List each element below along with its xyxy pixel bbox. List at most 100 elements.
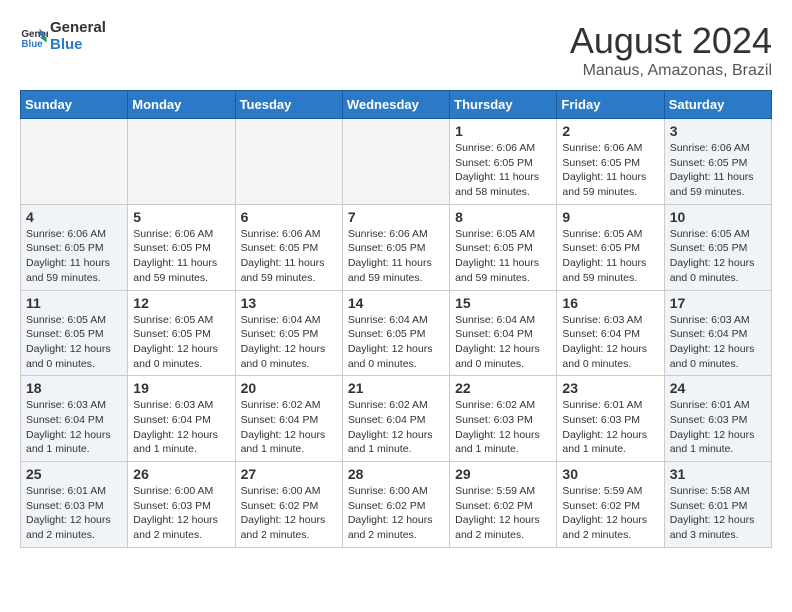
calendar-cell: 30 Sunrise: 5:59 AM Sunset: 6:02 PM Dayli… bbox=[557, 462, 664, 548]
day-number: 9 bbox=[562, 209, 658, 225]
day-info: Sunrise: 6:06 AM Sunset: 6:05 PM Dayligh… bbox=[26, 227, 122, 286]
weekday-header-thursday: Thursday bbox=[450, 91, 557, 119]
day-info: Sunrise: 6:05 AM Sunset: 6:05 PM Dayligh… bbox=[26, 313, 122, 372]
day-number: 26 bbox=[133, 466, 229, 482]
calendar-cell: 23 Sunrise: 6:01 AM Sunset: 6:03 PM Dayli… bbox=[557, 376, 664, 462]
calendar-cell bbox=[342, 119, 449, 205]
day-info: Sunrise: 5:59 AM Sunset: 6:02 PM Dayligh… bbox=[455, 484, 551, 543]
calendar-cell: 4 Sunrise: 6:06 AM Sunset: 6:05 PM Daylig… bbox=[21, 204, 128, 290]
day-number: 15 bbox=[455, 295, 551, 311]
day-number: 18 bbox=[26, 380, 122, 396]
day-info: Sunrise: 6:06 AM Sunset: 6:05 PM Dayligh… bbox=[670, 141, 766, 200]
day-number: 22 bbox=[455, 380, 551, 396]
day-number: 12 bbox=[133, 295, 229, 311]
calendar-cell: 9 Sunrise: 6:05 AM Sunset: 6:05 PM Daylig… bbox=[557, 204, 664, 290]
calendar-cell: 8 Sunrise: 6:05 AM Sunset: 6:05 PM Daylig… bbox=[450, 204, 557, 290]
day-number: 19 bbox=[133, 380, 229, 396]
day-number: 5 bbox=[133, 209, 229, 225]
day-info: Sunrise: 6:06 AM Sunset: 6:05 PM Dayligh… bbox=[562, 141, 658, 200]
weekday-header-tuesday: Tuesday bbox=[235, 91, 342, 119]
calendar-cell: 26 Sunrise: 6:00 AM Sunset: 6:03 PM Dayli… bbox=[128, 462, 235, 548]
calendar-cell bbox=[21, 119, 128, 205]
calendar-cell: 15 Sunrise: 6:04 AM Sunset: 6:04 PM Dayli… bbox=[450, 290, 557, 376]
day-number: 24 bbox=[670, 380, 766, 396]
calendar-cell: 17 Sunrise: 6:03 AM Sunset: 6:04 PM Dayli… bbox=[664, 290, 771, 376]
day-info: Sunrise: 6:00 AM Sunset: 6:03 PM Dayligh… bbox=[133, 484, 229, 543]
logo: General Blue General Blue bbox=[20, 20, 106, 53]
day-info: Sunrise: 6:02 AM Sunset: 6:03 PM Dayligh… bbox=[455, 398, 551, 457]
calendar-cell: 29Sunrise: 5:59 AM Sunset: 6:02 PM Dayli… bbox=[450, 462, 557, 548]
calendar-cell: 22 Sunrise: 6:02 AM Sunset: 6:03 PM Dayli… bbox=[450, 376, 557, 462]
calendar-cell: 27 Sunrise: 6:00 AM Sunset: 6:02 PM Dayli… bbox=[235, 462, 342, 548]
day-info: Sunrise: 6:04 AM Sunset: 6:04 PM Dayligh… bbox=[455, 313, 551, 372]
day-number: 17 bbox=[670, 295, 766, 311]
day-number: 20 bbox=[241, 380, 337, 396]
weekday-header-friday: Friday bbox=[557, 91, 664, 119]
calendar-cell bbox=[128, 119, 235, 205]
day-number: 28 bbox=[348, 466, 444, 482]
day-info: Sunrise: 6:06 AM Sunset: 6:05 PM Dayligh… bbox=[455, 141, 551, 200]
day-info: Sunrise: 6:06 AM Sunset: 6:05 PM Dayligh… bbox=[241, 227, 337, 286]
calendar-week-2: 4 Sunrise: 6:06 AM Sunset: 6:05 PM Daylig… bbox=[21, 204, 772, 290]
calendar-header-row: SundayMondayTuesdayWednesdayThursdayFrid… bbox=[21, 91, 772, 119]
calendar-cell: 10 Sunrise: 6:05 AM Sunset: 6:05 PM Dayli… bbox=[664, 204, 771, 290]
day-info: Sunrise: 6:01 AM Sunset: 6:03 PM Dayligh… bbox=[670, 398, 766, 457]
day-number: 31 bbox=[670, 466, 766, 482]
calendar-cell: 11Sunrise: 6:05 AM Sunset: 6:05 PM Dayli… bbox=[21, 290, 128, 376]
day-info: Sunrise: 6:03 AM Sunset: 6:04 PM Dayligh… bbox=[133, 398, 229, 457]
day-info: Sunrise: 6:00 AM Sunset: 6:02 PM Dayligh… bbox=[241, 484, 337, 543]
weekday-header-saturday: Saturday bbox=[664, 91, 771, 119]
calendar-cell: 2 Sunrise: 6:06 AM Sunset: 6:05 PM Daylig… bbox=[557, 119, 664, 205]
calendar-cell: 1 Sunrise: 6:06 AM Sunset: 6:05 PM Daylig… bbox=[450, 119, 557, 205]
day-info: Sunrise: 6:00 AM Sunset: 6:02 PM Dayligh… bbox=[348, 484, 444, 543]
day-info: Sunrise: 5:59 AM Sunset: 6:02 PM Dayligh… bbox=[562, 484, 658, 543]
day-info: Sunrise: 6:04 AM Sunset: 6:05 PM Dayligh… bbox=[348, 313, 444, 372]
day-info: Sunrise: 6:05 AM Sunset: 6:05 PM Dayligh… bbox=[562, 227, 658, 286]
day-number: 3 bbox=[670, 123, 766, 139]
day-info: Sunrise: 6:05 AM Sunset: 6:05 PM Dayligh… bbox=[670, 227, 766, 286]
day-info: Sunrise: 6:05 AM Sunset: 6:05 PM Dayligh… bbox=[455, 227, 551, 286]
calendar-cell: 6 Sunrise: 6:06 AM Sunset: 6:05 PM Daylig… bbox=[235, 204, 342, 290]
weekday-header-wednesday: Wednesday bbox=[342, 91, 449, 119]
calendar-cell: 5 Sunrise: 6:06 AM Sunset: 6:05 PM Daylig… bbox=[128, 204, 235, 290]
calendar-week-4: 18 Sunrise: 6:03 AM Sunset: 6:04 PM Dayli… bbox=[21, 376, 772, 462]
day-info: Sunrise: 6:01 AM Sunset: 6:03 PM Dayligh… bbox=[562, 398, 658, 457]
day-info: Sunrise: 6:02 AM Sunset: 6:04 PM Dayligh… bbox=[241, 398, 337, 457]
day-number: 23 bbox=[562, 380, 658, 396]
calendar-week-5: 25Sunrise: 6:01 AM Sunset: 6:03 PM Dayli… bbox=[21, 462, 772, 548]
day-info: Sunrise: 6:05 AM Sunset: 6:05 PM Dayligh… bbox=[133, 313, 229, 372]
calendar-cell: 12 Sunrise: 6:05 AM Sunset: 6:05 PM Dayli… bbox=[128, 290, 235, 376]
calendar-cell bbox=[235, 119, 342, 205]
calendar-cell: 31 Sunrise: 5:58 AM Sunset: 6:01 PM Dayli… bbox=[664, 462, 771, 548]
svg-text:Blue: Blue bbox=[21, 38, 43, 49]
month-year-title: August 2024 bbox=[570, 20, 772, 62]
day-info: Sunrise: 6:06 AM Sunset: 6:05 PM Dayligh… bbox=[348, 227, 444, 286]
day-number: 27 bbox=[241, 466, 337, 482]
day-number: 30 bbox=[562, 466, 658, 482]
calendar-cell: 7 Sunrise: 6:06 AM Sunset: 6:05 PM Daylig… bbox=[342, 204, 449, 290]
day-number: 13 bbox=[241, 295, 337, 311]
day-number: 4 bbox=[26, 209, 122, 225]
day-info: Sunrise: 6:06 AM Sunset: 6:05 PM Dayligh… bbox=[133, 227, 229, 286]
calendar-cell: 28 Sunrise: 6:00 AM Sunset: 6:02 PM Dayli… bbox=[342, 462, 449, 548]
day-info: Sunrise: 6:02 AM Sunset: 6:04 PM Dayligh… bbox=[348, 398, 444, 457]
day-number: 6 bbox=[241, 209, 337, 225]
day-info: Sunrise: 6:01 AM Sunset: 6:03 PM Dayligh… bbox=[26, 484, 122, 543]
page-header: General Blue General Blue August 2024 Ma… bbox=[20, 20, 772, 80]
day-number: 10 bbox=[670, 209, 766, 225]
weekday-header-sunday: Sunday bbox=[21, 91, 128, 119]
day-number: 8 bbox=[455, 209, 551, 225]
day-number: 1 bbox=[455, 123, 551, 139]
day-number: 7 bbox=[348, 209, 444, 225]
calendar-cell: 24 Sunrise: 6:01 AM Sunset: 6:03 PM Dayli… bbox=[664, 376, 771, 462]
calendar-cell: 16Sunrise: 6:03 AM Sunset: 6:04 PM Dayli… bbox=[557, 290, 664, 376]
day-info: Sunrise: 5:58 AM Sunset: 6:01 PM Dayligh… bbox=[670, 484, 766, 543]
calendar-body: 1 Sunrise: 6:06 AM Sunset: 6:05 PM Daylig… bbox=[21, 119, 772, 548]
day-info: Sunrise: 6:03 AM Sunset: 6:04 PM Dayligh… bbox=[670, 313, 766, 372]
calendar-cell: 19 Sunrise: 6:03 AM Sunset: 6:04 PM Dayli… bbox=[128, 376, 235, 462]
day-number: 2 bbox=[562, 123, 658, 139]
calendar-cell: 14 Sunrise: 6:04 AM Sunset: 6:05 PM Dayli… bbox=[342, 290, 449, 376]
day-number: 14 bbox=[348, 295, 444, 311]
calendar-cell: 25Sunrise: 6:01 AM Sunset: 6:03 PM Dayli… bbox=[21, 462, 128, 548]
calendar-table: SundayMondayTuesdayWednesdayThursdayFrid… bbox=[20, 90, 772, 548]
